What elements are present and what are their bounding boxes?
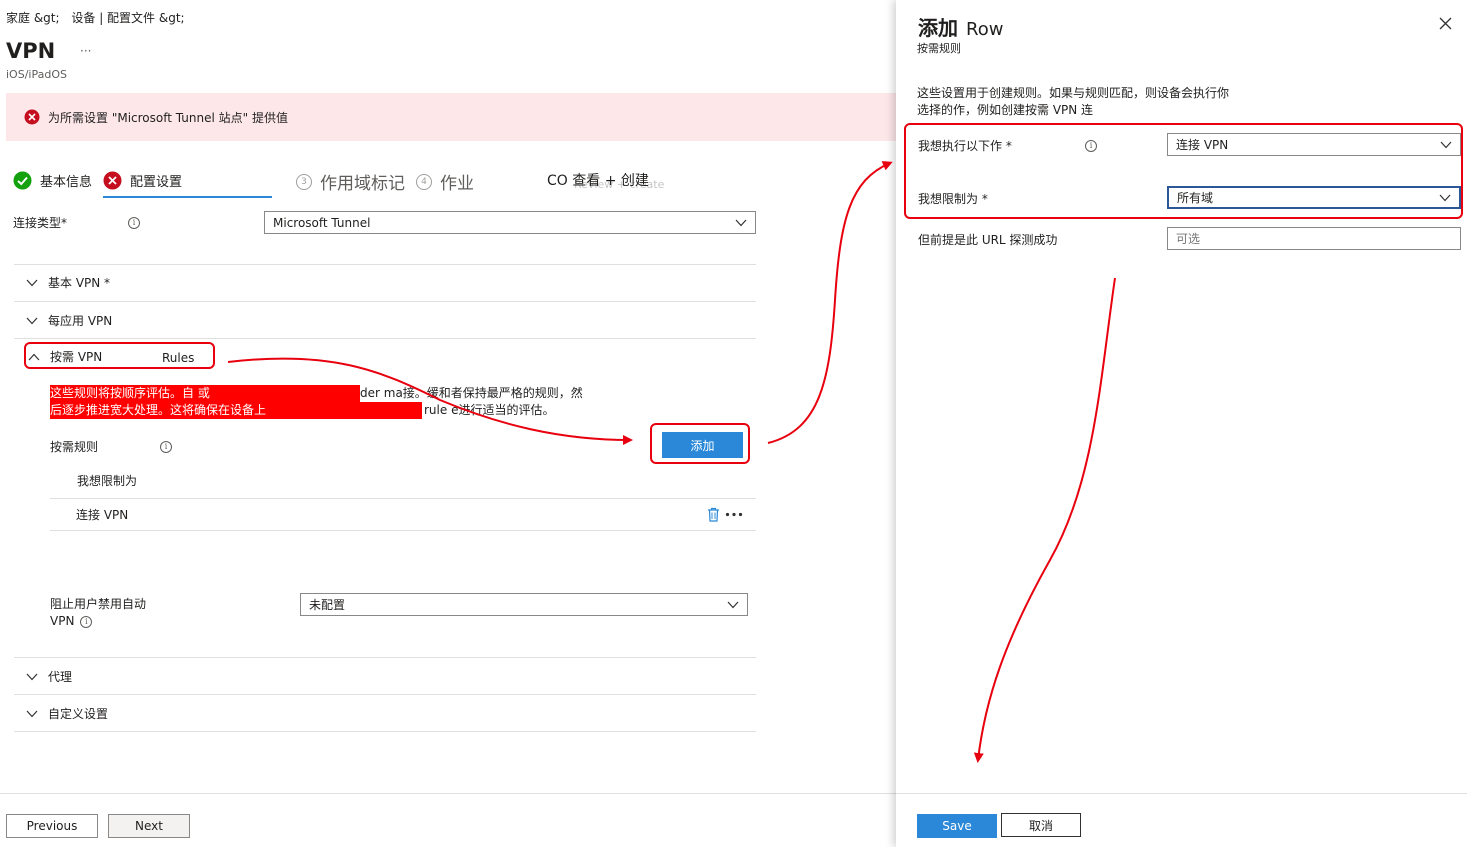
chevron-down-icon (26, 673, 38, 680)
restrict-dropdown[interactable]: 所有域 (1167, 186, 1461, 209)
highlighted-text: 后逐步推进宽大处理。这将确保在设备上 (50, 402, 422, 419)
error-banner: 为所需设置 "Microsoft Tunnel 站点" 提供值 (6, 93, 896, 141)
panel-title: 添加 Row (918, 16, 1004, 40)
section-basic-vpn[interactable]: 基本 VPN * (26, 274, 110, 291)
chevron-down-icon (1440, 141, 1452, 148)
trash-icon[interactable] (707, 507, 720, 522)
info-icon[interactable]: i (160, 441, 172, 453)
add-rule-button[interactable]: 添加 (662, 432, 743, 458)
step-active-underline (103, 196, 272, 198)
info-icon[interactable]: i (80, 615, 93, 628)
step-label: CO 查看 + 创建 (547, 173, 649, 189)
error-icon (24, 109, 40, 125)
arrow-to-panel (767, 161, 893, 444)
page-subtitle: iOS/iPadOS (6, 68, 67, 81)
chevron-down-icon (735, 219, 747, 226)
step-label: 基本信息 (40, 175, 93, 190)
step-label: 作业 (440, 174, 474, 194)
chevron-up-icon (28, 353, 40, 360)
breadcrumb: 家庭 &gt; 设备 | 配置文件 &gt; (6, 9, 185, 26)
action-dropdown[interactable]: 连接 VPN (1167, 133, 1461, 156)
connection-type-label: 连接类型* (13, 216, 68, 230)
error-icon (103, 171, 122, 190)
chevron-down-icon (1439, 194, 1451, 201)
check-circle-icon (13, 171, 32, 190)
step-scope-tags[interactable]: 3 作用域标记 (296, 169, 405, 194)
info-icon[interactable]: i (128, 217, 140, 229)
step-review-create[interactable]: Review + create CO 查看 + 创建 (547, 170, 687, 196)
url-probe-label: 但前提是此 URL 探测成功 (918, 233, 1058, 247)
on-demand-rules-label: 按需规则 (50, 440, 99, 454)
rules-table-header: 我想限制为 (77, 474, 138, 488)
block-auto-vpn-label: 阻止用户禁用自动 VPN i (50, 597, 147, 628)
error-text: 为所需设置 "Microsoft Tunnel 站点" 提供值 (48, 110, 288, 125)
more-options-button[interactable]: ··· (80, 44, 91, 58)
section-proxy[interactable]: 代理 (26, 668, 72, 685)
panel-subtitle: 按需规则 (917, 42, 961, 55)
section-per-app-vpn[interactable]: 每应用 VPN (26, 312, 112, 329)
on-demand-rules-label: Rules (162, 351, 195, 365)
step-basics[interactable]: 基本信息 (13, 171, 92, 190)
section-custom-settings[interactable]: 自定义设置 (26, 705, 108, 722)
step-assignments[interactable]: 4 作业 (416, 169, 474, 194)
page-title: VPN (6, 39, 56, 63)
cancel-button[interactable]: 取消 (1001, 813, 1081, 837)
panel-description: 这些设置用于创建规则。如果与规则匹配，则设备会执行你 选择的作，例如创建按需 V… (917, 86, 1230, 117)
action-label: 我想执行以下作 * (918, 139, 1012, 153)
chevron-down-icon (26, 317, 38, 324)
step-label: 配置设置 (130, 175, 183, 190)
previous-button[interactable]: Previous (6, 814, 98, 838)
chevron-down-icon (26, 710, 38, 717)
step-number-circle: 3 (296, 173, 312, 190)
add-row-panel: 添加 Row 按需规则 这些设置用于创建规则。如果与规则匹配，则设备会执行你 选… (896, 0, 1467, 847)
restrict-label: 我想限制为 * (918, 192, 988, 206)
block-auto-vpn-dropdown[interactable]: 未配置 (300, 593, 748, 616)
step-config-settings[interactable]: 配置设置 (103, 171, 182, 190)
on-demand-description: 这些规则将按顺序评估。自 或 der ma接。缓和者保持最严格的规则，然 后逐步… (50, 385, 583, 419)
save-button[interactable]: Save (917, 814, 997, 838)
breadcrumb-devices[interactable]: 设备 | 配置文件 &gt; (71, 11, 184, 25)
step-label: 作用域标记 (320, 174, 405, 194)
breadcrumb-home[interactable]: 家庭 &gt; (6, 11, 60, 25)
info-icon[interactable]: i (1085, 140, 1097, 152)
step-number-circle: 4 (416, 173, 432, 190)
wizard-steps: 基本信息 配置设置 3 作用域标记 4 作业 Review + create C… (0, 165, 890, 201)
chevron-down-icon (26, 279, 38, 286)
url-probe-input[interactable] (1167, 227, 1461, 250)
rules-table-cell: 连接 VPN (76, 508, 129, 522)
connection-type-dropdown[interactable]: Microsoft Tunnel (264, 211, 756, 234)
next-button[interactable]: Next (108, 814, 190, 838)
more-options-icon[interactable] (725, 512, 743, 517)
chevron-down-icon (727, 601, 739, 608)
section-on-demand-vpn[interactable]: 按需 VPN (28, 348, 102, 365)
close-icon[interactable] (1439, 17, 1452, 30)
highlighted-text: 这些规则将按顺序评估。自 或 (50, 385, 360, 402)
